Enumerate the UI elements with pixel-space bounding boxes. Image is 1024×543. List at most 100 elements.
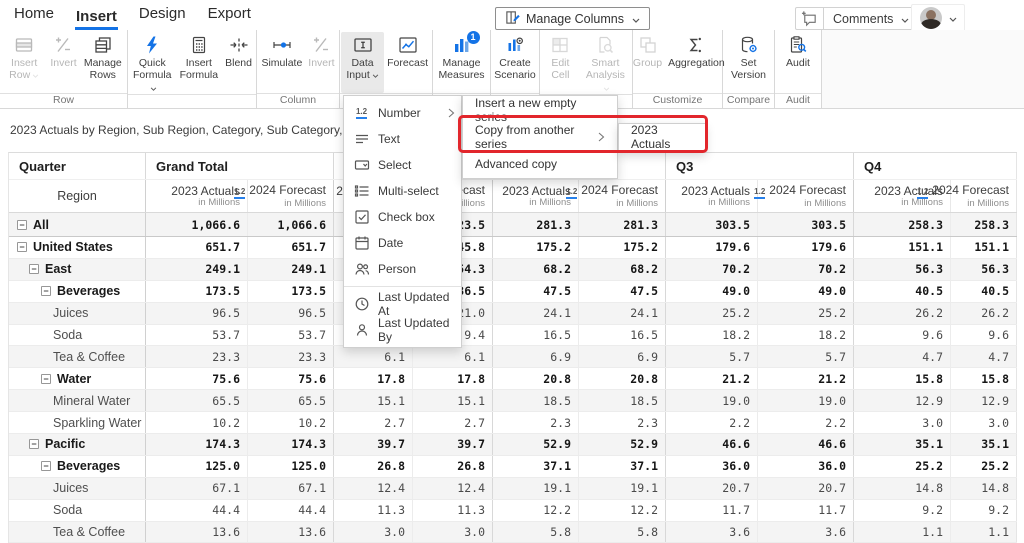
ribbon-button-blend[interactable]: Blend — [222, 32, 255, 94]
cell[interactable]: 281.3 — [493, 213, 579, 236]
cell[interactable]: 125.0 — [146, 456, 248, 477]
cell[interactable]: 70.2 — [758, 259, 854, 280]
cell[interactable]: 47.5 — [493, 281, 579, 302]
cell[interactable]: 13.6 — [146, 522, 248, 543]
cell[interactable]: 11.3 — [413, 500, 493, 521]
collapse-icon[interactable]: − — [29, 439, 39, 449]
ribbon-button-data-input[interactable]: Data Input — [341, 32, 384, 93]
cell[interactable]: 56.3 — [854, 259, 951, 280]
collapse-icon[interactable]: − — [29, 264, 39, 274]
cell[interactable]: 18.5 — [579, 390, 666, 411]
cell[interactable]: 17.8 — [334, 368, 413, 389]
cell[interactable]: 5.7 — [758, 346, 854, 367]
cell[interactable]: 47.5 — [579, 281, 666, 302]
cell[interactable]: 174.3 — [248, 434, 334, 455]
cell[interactable]: 19.0 — [758, 390, 854, 411]
cell[interactable]: 3.0 — [854, 412, 951, 433]
row-label-pacific[interactable]: −Pacific — [9, 434, 146, 455]
cell[interactable]: 151.1 — [854, 237, 951, 258]
series-item-2023-actuals[interactable]: 2023 Actuals — [619, 124, 705, 151]
cell[interactable]: 46.6 — [666, 434, 758, 455]
cell[interactable]: 12.2 — [579, 500, 666, 521]
collapse-icon[interactable]: − — [17, 242, 27, 252]
cell[interactable]: 12.2 — [493, 500, 579, 521]
menu-item-number[interactable]: 1.2Number — [344, 100, 461, 126]
collapse-icon[interactable]: − — [41, 461, 51, 471]
cell[interactable]: 1.1 — [951, 522, 1017, 543]
cell[interactable]: 49.0 — [758, 281, 854, 302]
cell[interactable]: 20.8 — [579, 368, 666, 389]
add-comment-button[interactable] — [796, 8, 824, 29]
ribbon-button-aggregation[interactable]: Aggregation — [665, 32, 725, 93]
cell[interactable]: 651.7 — [146, 237, 248, 258]
cell[interactable]: 21.2 — [666, 368, 758, 389]
cell[interactable]: 26.2 — [854, 303, 951, 324]
cell[interactable]: 56.3 — [951, 259, 1017, 280]
cell[interactable]: 12.9 — [951, 390, 1017, 411]
menu-item-date[interactable]: Date — [344, 230, 461, 256]
cell[interactable]: 10.2 — [248, 412, 334, 433]
cell[interactable]: 5.7 — [666, 346, 758, 367]
cell[interactable]: 26.2 — [951, 303, 1017, 324]
cell[interactable]: 9.6 — [854, 325, 951, 346]
tab-export[interactable]: Export — [207, 0, 252, 30]
cell[interactable]: 37.1 — [493, 456, 579, 477]
cell[interactable]: 75.6 — [146, 368, 248, 389]
row-label-soda[interactable]: Soda — [9, 325, 146, 346]
cell[interactable]: 19.0 — [666, 390, 758, 411]
cell[interactable]: 6.9 — [493, 346, 579, 367]
cell[interactable]: 4.7 — [854, 346, 951, 367]
cell[interactable]: 68.2 — [579, 259, 666, 280]
manage-columns-button[interactable]: Manage Columns — [495, 7, 650, 30]
row-label-juices[interactable]: Juices — [9, 303, 146, 324]
cell[interactable]: 11.7 — [666, 500, 758, 521]
cell[interactable]: 3.6 — [666, 522, 758, 543]
row-label-soda[interactable]: Soda — [9, 500, 146, 521]
cell[interactable]: 52.9 — [579, 434, 666, 455]
cell[interactable]: 18.5 — [493, 390, 579, 411]
cell[interactable]: 24.1 — [579, 303, 666, 324]
cell[interactable]: 35.1 — [951, 434, 1017, 455]
menu-item-last-updated-at[interactable]: Last Updated At — [344, 291, 461, 317]
cell[interactable]: 18.2 — [666, 325, 758, 346]
submenu-item-advanced-copy[interactable]: Advanced copy — [463, 151, 617, 178]
tab-insert[interactable]: Insert — [75, 3, 118, 30]
row-label-mineral-water[interactable]: Mineral Water — [9, 390, 146, 411]
cell[interactable]: 2.2 — [758, 412, 854, 433]
cell[interactable]: 1.1 — [854, 522, 951, 543]
cell[interactable]: 16.5 — [493, 325, 579, 346]
cell[interactable]: 26.8 — [334, 456, 413, 477]
cell[interactable]: 173.5 — [146, 281, 248, 302]
cell[interactable]: 3.0 — [334, 522, 413, 543]
cell[interactable]: 96.5 — [248, 303, 334, 324]
menu-item-check-box[interactable]: Check box — [344, 204, 461, 230]
cell[interactable]: 175.2 — [493, 237, 579, 258]
row-label-tea-coffee[interactable]: Tea & Coffee — [9, 522, 146, 543]
cell[interactable]: 67.1 — [248, 478, 334, 499]
menu-item-person[interactable]: Person — [344, 256, 461, 282]
cell[interactable]: 12.4 — [334, 478, 413, 499]
cell[interactable]: 9.6 — [951, 325, 1017, 346]
cell[interactable]: 179.6 — [758, 237, 854, 258]
cell[interactable]: 258.3 — [951, 213, 1017, 236]
ribbon-button-manage-measures[interactable]: 1Manage Measures — [434, 32, 489, 93]
cell[interactable]: 14.8 — [854, 478, 951, 499]
collapse-icon[interactable]: − — [41, 286, 51, 296]
cell[interactable]: 49.0 — [666, 281, 758, 302]
cell[interactable]: 15.8 — [951, 368, 1017, 389]
tab-design[interactable]: Design — [138, 0, 187, 30]
cell[interactable]: 179.6 — [666, 237, 758, 258]
cell[interactable]: 651.7 — [248, 237, 334, 258]
cell[interactable]: 39.7 — [334, 434, 413, 455]
collapse-icon[interactable]: − — [17, 220, 27, 230]
cell[interactable]: 20.8 — [493, 368, 579, 389]
cell[interactable]: 5.8 — [493, 522, 579, 543]
cell[interactable]: 44.4 — [146, 500, 248, 521]
cell[interactable]: 1,066.6 — [248, 213, 334, 236]
cell[interactable]: 25.2 — [758, 303, 854, 324]
cell[interactable]: 2.3 — [579, 412, 666, 433]
menu-item-text[interactable]: Text — [344, 126, 461, 152]
row-label-all[interactable]: −All — [9, 213, 146, 236]
cell[interactable]: 19.1 — [579, 478, 666, 499]
cell[interactable]: 9.2 — [951, 500, 1017, 521]
